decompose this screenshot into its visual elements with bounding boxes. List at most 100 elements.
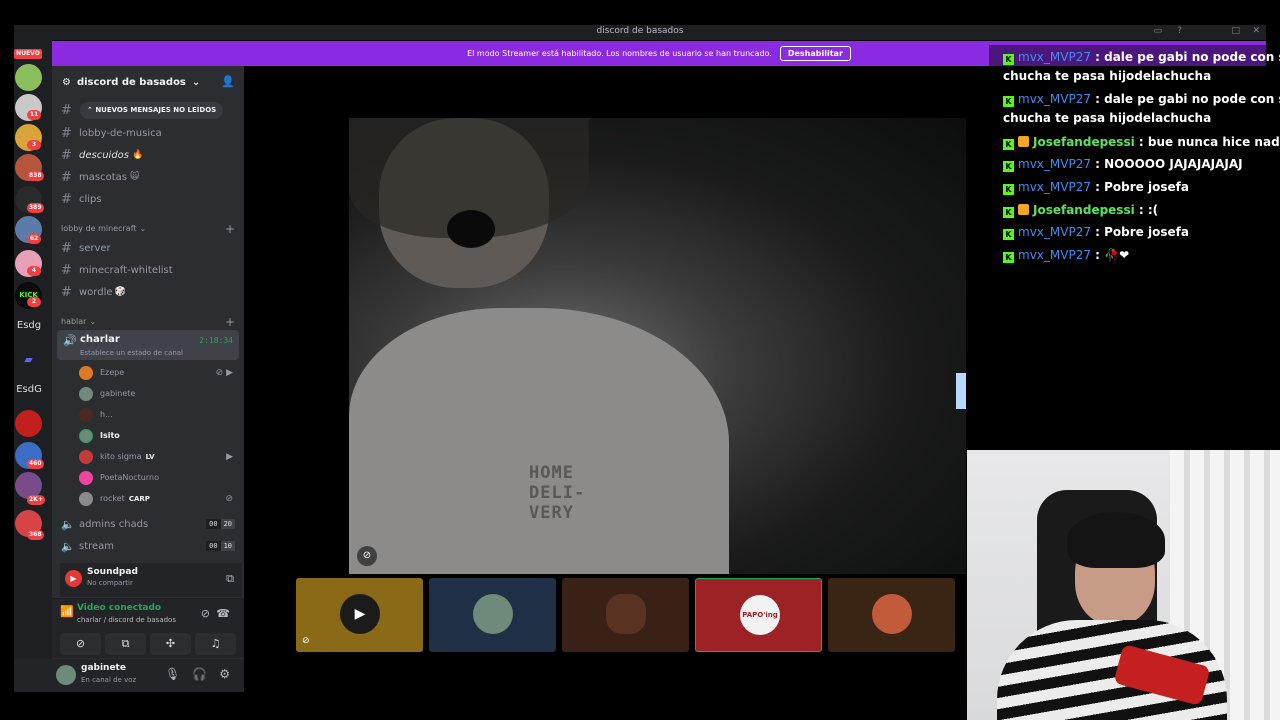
server-esdg[interactable]: Esdg: [14, 320, 44, 331]
guild-icon: ⚙: [62, 76, 71, 88]
folder-icon[interactable]: ▰: [15, 346, 42, 373]
kick-icon: K: [1003, 229, 1014, 240]
participant-tile[interactable]: [828, 578, 955, 652]
disconnect-icon[interactable]: ☎: [216, 607, 230, 620]
voice-user[interactable]: h...: [79, 405, 237, 424]
voice-user[interactable]: Isito: [79, 426, 237, 445]
chat-message: Kmvx_MVP27 : dale pe gabi no pode con st…: [1003, 47, 1280, 67]
stream-chat-overlay: Kmvx_MVP27 : dale pe gabi no pode con st…: [989, 45, 1280, 273]
fire-icon: 🔥: [132, 150, 144, 160]
user-panel: gabinete En canal de voz 🎙 🎧 ⚙: [14, 659, 244, 692]
participant-tile[interactable]: [429, 578, 556, 652]
unread-badge: 11: [27, 110, 41, 120]
channel-server[interactable]: # server: [61, 238, 237, 258]
channel-label: wordle: [79, 286, 113, 298]
unread-badge: 3: [27, 140, 41, 150]
headphones-icon[interactable]: 🎧: [192, 667, 207, 681]
channel-mascotas[interactable]: # mascotas 🙀: [61, 167, 237, 187]
user-panel-status: En canal de voz: [81, 676, 137, 684]
microphone-icon[interactable]: 🎙: [165, 667, 180, 681]
activity-subtitle: No compartir: [87, 579, 133, 587]
category-hablar[interactable]: hablar ⌄ +: [61, 315, 237, 329]
channel-clips[interactable]: # clips: [61, 189, 237, 209]
chat-message-wrap: chucha te pasa hijodelachucha: [1003, 108, 1280, 128]
channel-minecraft-whitelist[interactable]: # minecraft-whitelist: [61, 260, 237, 280]
user-name: PoetaNocturno: [100, 473, 159, 482]
unread-badge: 62: [27, 234, 41, 244]
avatar[interactable]: [56, 665, 76, 685]
server-rail: NUEVO 11 3 838 389 62 4 KICK 2 Esdg ▰ Es…: [14, 40, 52, 692]
focused-video[interactable]: HOME DELI- VERY ⊘: [349, 118, 966, 574]
kick-icon: K: [1003, 54, 1014, 65]
user-name: Isito: [100, 431, 120, 440]
server-icon[interactable]: [15, 64, 42, 91]
avatar: [79, 365, 93, 380]
voice-user[interactable]: kito sigma LV ▶: [79, 447, 237, 466]
avatar: [79, 449, 93, 464]
chat-message: Kmvx_MVP27 : Pobre josefa: [1003, 177, 1280, 197]
hash-icon: #: [61, 125, 72, 141]
voice-user[interactable]: gabinete: [79, 384, 237, 403]
title-bar: discord de basados ▭ ? □ ✕: [14, 25, 1266, 40]
new-messages-pill[interactable]: ⌃ NUEVOS MENSAJES NO LEÍDOS: [80, 102, 224, 119]
voice-user[interactable]: rocket CARP ⊘: [79, 489, 237, 508]
server-icon[interactable]: [15, 410, 42, 437]
user-count: 00: [206, 519, 221, 529]
participant-tile[interactable]: ▶ ⊘: [296, 578, 423, 652]
disable-streamer-button[interactable]: Deshabilitar: [779, 46, 851, 61]
hash-icon: #: [61, 284, 72, 300]
camera-off-button[interactable]: ⊘: [60, 633, 101, 655]
voice-user[interactable]: Ezepe ⊘ ▶: [79, 363, 237, 382]
crown-icon: [1018, 204, 1029, 215]
connection-status[interactable]: Video conectado: [77, 603, 161, 613]
soundboard-button[interactable]: ♫: [195, 633, 236, 655]
webcam-hair: [1067, 512, 1165, 568]
guild-name: discord de basados: [76, 76, 186, 88]
chat-message: Kmvx_MVP27 : Pobre josefa: [1003, 222, 1280, 242]
category-minecraft[interactable]: lobby de minecraft ⌄ +: [61, 222, 237, 236]
avatar: [473, 594, 513, 634]
chat-message: K Josefandepessi : bue nunca hice nada: [1003, 132, 1280, 152]
soundpad-activity[interactable]: ▶ Soundpad No compartir ⧉: [60, 563, 242, 597]
unread-badge: 838: [27, 171, 44, 181]
kick-icon: K: [1003, 252, 1014, 263]
guild-header[interactable]: ⚙ discord de basados ⌄ 👤: [52, 66, 244, 98]
close-icon[interactable]: ✕: [1252, 26, 1260, 36]
video-microphone: [447, 210, 495, 248]
gear-icon[interactable]: ⚙: [219, 667, 230, 681]
kick-icon: K: [1003, 207, 1014, 218]
noise-suppression-icon[interactable]: ⊘: [201, 607, 210, 620]
inbox-icon[interactable]: ▭: [1153, 26, 1162, 36]
voice-channel-admins-chads[interactable]: 🔈 admins chads 00 20: [61, 514, 237, 534]
participant-tile[interactable]: PAPO'ing: [695, 578, 822, 652]
add-channel-icon[interactable]: +: [225, 315, 235, 329]
activities-button[interactable]: ✣: [150, 633, 191, 655]
voice-user[interactable]: PoetaNocturno: [79, 468, 237, 487]
voice-channel-charlar[interactable]: 🔊 charlar 2:18:34 Establece un estado de…: [57, 330, 239, 360]
channel-wordle[interactable]: # wordle 🎲: [61, 282, 237, 302]
user-panel-name[interactable]: gabinete: [81, 663, 126, 673]
server-esdg2[interactable]: EsdG: [14, 384, 44, 395]
maximize-icon[interactable]: □: [1231, 26, 1240, 36]
help-icon[interactable]: ?: [1177, 26, 1182, 36]
channel-label: descuidos: [79, 149, 129, 161]
avatar: [79, 470, 93, 485]
chat-user: mvx_MVP27: [1018, 225, 1091, 239]
chat-user: mvx_MVP27: [1018, 180, 1091, 194]
signal-icon[interactable]: 📶: [60, 605, 74, 618]
kick-icon: K: [1003, 96, 1014, 107]
voice-channel-stream[interactable]: 🔈 stream 00 10: [61, 536, 237, 556]
shirt-print: HOME DELI- VERY: [529, 463, 586, 523]
set-channel-status[interactable]: Establece un estado de canal: [80, 349, 183, 357]
channel-descuidos[interactable]: # descuidos 🔥: [61, 145, 237, 165]
invite-user-icon[interactable]: 👤: [221, 75, 235, 88]
participant-tile[interactable]: [562, 578, 689, 652]
chat-text: : 🥀❤: [1090, 248, 1130, 262]
channel-lobby-de-musica[interactable]: # lobby-de-musica: [61, 123, 237, 143]
video-shirt: [349, 308, 729, 574]
share-screen-icon[interactable]: ⧉: [226, 572, 234, 586]
connection-location[interactable]: charlar / discord de basados: [77, 616, 176, 624]
share-screen-button[interactable]: ⧉: [105, 633, 146, 655]
chevron-down-icon: ⌄: [139, 224, 147, 233]
add-channel-icon[interactable]: +: [225, 222, 235, 236]
